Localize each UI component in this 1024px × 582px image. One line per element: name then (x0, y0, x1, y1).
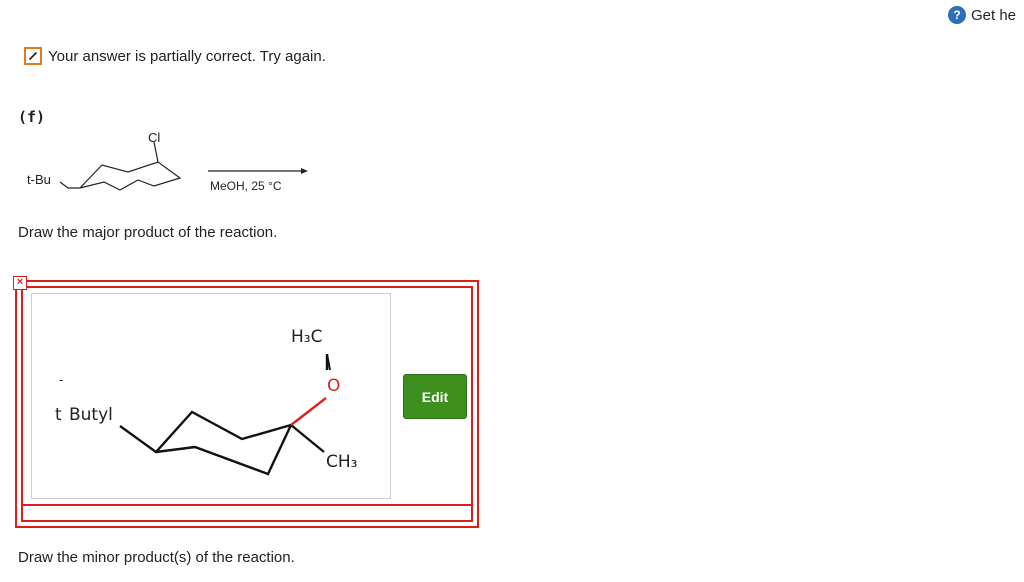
cyclohexane-ring (59, 141, 182, 191)
oxygen-label: O (327, 376, 340, 396)
t-label: t (55, 405, 62, 425)
status-text: Your answer is partially correct. Try ag… (48, 47, 326, 65)
butyl-label: Butyl (69, 405, 113, 425)
c-o-bond (290, 397, 327, 426)
question-circle-icon: ? (948, 6, 966, 24)
cyclohexane-chair (119, 354, 329, 476)
t-bu-label: t-Bu (27, 172, 51, 187)
incorrect-x-icon: × (13, 276, 27, 290)
minor-product-question: Draw the minor product(s) of the reactio… (18, 549, 295, 566)
molecule-drawing-panel: - t Butyl H₃C O CH₃ (31, 293, 391, 499)
answer-divider (21, 504, 473, 506)
bar-mark: - (59, 373, 63, 387)
edit-button[interactable]: Edit (403, 374, 467, 419)
major-product-question: Draw the major product of the reaction. (18, 224, 278, 241)
reaction-conditions: MeOH, 25 °C (210, 179, 282, 193)
reaction-scheme: t-Bu Cl MeOH, 25 °C (27, 130, 308, 193)
arrow-head-icon (301, 168, 308, 174)
cl-label: Cl (148, 130, 160, 145)
help-link[interactable]: ? Get he (948, 6, 1016, 24)
help-label: Get he (971, 6, 1017, 24)
h3c-label: H₃C (291, 327, 322, 347)
pencil-icon (24, 47, 42, 65)
answer-status-message: Your answer is partially correct. Try ag… (24, 47, 326, 65)
ch3-label: CH₃ (326, 452, 357, 472)
molecule-structure: - t Butyl H₃C O CH₃ (55, 327, 357, 476)
